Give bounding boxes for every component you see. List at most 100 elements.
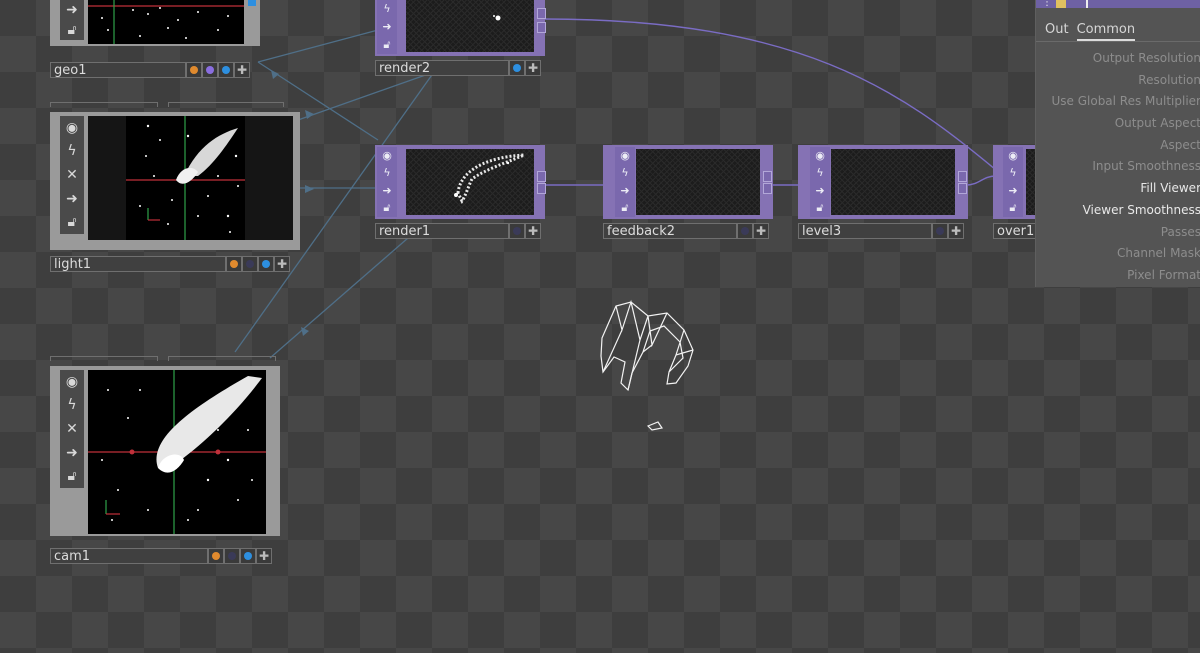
lock-icon[interactable]: 🔓︎	[379, 37, 395, 53]
add-icon[interactable]: ✚	[525, 60, 541, 76]
output-connector[interactable]	[537, 183, 546, 194]
lock-icon[interactable]: 🔓︎	[617, 200, 633, 216]
flag-blue[interactable]	[240, 548, 256, 564]
flag-dark[interactable]	[737, 223, 753, 239]
lock-icon[interactable]: 🔓︎	[62, 20, 82, 40]
lock-icon[interactable]: 🔓︎	[1005, 200, 1021, 216]
lock-icon[interactable]: 🔓︎	[62, 466, 82, 486]
output-connector[interactable]	[763, 171, 772, 182]
param-channel-mask[interactable]: Channel Mask	[1036, 243, 1200, 265]
add-icon[interactable]: ✚	[256, 548, 272, 564]
arrow-right-icon[interactable]: ➜	[379, 183, 395, 199]
output-connector[interactable]	[958, 171, 967, 182]
arrow-right-icon[interactable]: ➜	[1005, 183, 1021, 199]
node-render1[interactable]: ◉ ϟ ➜ 🔓︎ render1 ✚	[375, 145, 547, 239]
add-icon[interactable]: ✚	[274, 256, 290, 272]
arrow-right-icon[interactable]: ➜	[62, 443, 82, 463]
node-viewer[interactable]	[88, 370, 266, 534]
lightning-icon[interactable]: ϟ	[62, 395, 82, 415]
flag-orange[interactable]	[186, 62, 202, 78]
param-use-global-res-multiplier[interactable]: Use Global Res Multiplier	[1036, 91, 1200, 113]
lock-icon[interactable]: 🔓︎	[812, 200, 828, 216]
node-render2[interactable]: ϟ ➜ 🔓︎ render2 ✚	[375, 0, 547, 78]
bypass-x-icon[interactable]: ✕	[62, 165, 82, 185]
arrow-right-icon[interactable]: ➜	[62, 0, 82, 20]
viewer-toggle-icon[interactable]: ◉	[1005, 148, 1021, 164]
wire-arrow	[271, 70, 279, 79]
lightning-icon[interactable]: ϟ	[1005, 165, 1021, 181]
flag-dark[interactable]	[932, 223, 948, 239]
viewer-toggle-icon[interactable]: ◉	[62, 372, 82, 392]
node-name-label[interactable]: over1	[993, 223, 1035, 239]
lightning-icon[interactable]: ϟ	[617, 165, 633, 181]
output-connector[interactable]	[763, 183, 772, 194]
param-resolution[interactable]: Resolution	[1036, 70, 1200, 92]
output-connector[interactable]	[537, 171, 546, 182]
add-icon[interactable]: ✚	[234, 62, 250, 78]
node-name-label[interactable]: level3	[798, 223, 932, 239]
output-connector[interactable]	[537, 8, 546, 19]
lightning-icon[interactable]: ϟ	[379, 165, 395, 181]
param-output-resolution[interactable]: Output Resolution	[1036, 48, 1200, 70]
arrow-right-icon[interactable]: ➜	[617, 183, 633, 199]
node-viewer[interactable]	[831, 149, 955, 215]
lightning-icon[interactable]: ϟ	[812, 165, 828, 181]
arrow-right-icon[interactable]: ➜	[812, 183, 828, 199]
node-name-label[interactable]: light1	[50, 256, 226, 272]
viewer-toggle-icon[interactable]: ◉	[379, 148, 395, 164]
node-name-label[interactable]: geo1	[50, 62, 186, 78]
node-feedback2[interactable]: ◉ ϟ ➜ 🔓︎ feedback2 ✚	[603, 145, 775, 239]
arrow-right-icon[interactable]: ➜	[62, 189, 82, 209]
node-viewer[interactable]	[88, 0, 244, 44]
lightning-icon[interactable]: ϟ	[379, 1, 395, 17]
node-cam1[interactable]: ◉ ϟ ✕ ➜ 🔓︎ cam1 ✚	[50, 356, 280, 566]
flag-dark[interactable]	[242, 256, 258, 272]
flag-blue[interactable]	[218, 62, 234, 78]
lock-icon[interactable]: 🔓︎	[62, 212, 82, 232]
lock-icon[interactable]: 🔓︎	[379, 200, 395, 216]
tab-out[interactable]: Out	[1045, 22, 1069, 41]
add-icon[interactable]: ✚	[753, 223, 769, 239]
param-aspect[interactable]: Aspect	[1036, 135, 1200, 157]
output-connector[interactable]	[958, 183, 967, 194]
node-name-label[interactable]: cam1	[50, 548, 208, 564]
node-viewer[interactable]	[1026, 149, 1035, 215]
node-name-label[interactable]: feedback2	[603, 223, 737, 239]
tab-common[interactable]: Common	[1076, 22, 1136, 41]
node-viewer[interactable]	[406, 0, 534, 52]
viewer-toggle-icon[interactable]: ◉	[617, 148, 633, 164]
lightning-icon[interactable]: ϟ	[62, 141, 82, 161]
menu-dots-icon[interactable]: ⋮	[1042, 0, 1052, 8]
param-viewer-smoothness[interactable]: Viewer Smoothness	[1036, 200, 1200, 222]
node-level3[interactable]: ◉ ϟ ➜ 🔓︎ level3 ✚	[798, 145, 970, 239]
flag-orange[interactable]	[226, 256, 242, 272]
flag-dark[interactable]	[509, 223, 525, 239]
add-icon[interactable]: ✚	[525, 223, 541, 239]
node-viewer[interactable]	[636, 149, 760, 215]
node-viewer[interactable]	[406, 149, 534, 215]
add-icon[interactable]: ✚	[948, 223, 964, 239]
param-pixel-format[interactable]: Pixel Format	[1036, 265, 1200, 287]
output-connector[interactable]	[537, 22, 546, 33]
flag-purple[interactable]	[202, 62, 218, 78]
flag-blue[interactable]	[509, 60, 525, 76]
param-fill-viewer[interactable]: Fill Viewer	[1036, 178, 1200, 200]
node-viewer[interactable]	[88, 116, 293, 240]
arrow-right-icon[interactable]: ➜	[379, 19, 395, 35]
flag-orange[interactable]	[208, 548, 224, 564]
param-passes[interactable]: Passes	[1036, 222, 1200, 244]
node-geo1[interactable]: ➜ 🔓︎ geo1 ✚	[50, 0, 260, 78]
param-input-smoothness[interactable]: Input Smoothness	[1036, 156, 1200, 178]
node-light1[interactable]: ◉ ϟ ✕ ➜ 🔓︎ light1 ✚	[50, 102, 300, 272]
param-output-aspect[interactable]: Output Aspect	[1036, 113, 1200, 135]
node-name-label[interactable]: render2	[375, 60, 509, 76]
pin-icon[interactable]	[1086, 0, 1088, 8]
node-name-label[interactable]: render1	[375, 223, 509, 239]
flag-blue[interactable]	[258, 256, 274, 272]
viewer-toggle-icon[interactable]: ◉	[812, 148, 828, 164]
node-over1[interactable]: ◉ ϟ ➜ 🔓︎ over1	[993, 145, 1035, 239]
bypass-x-icon[interactable]: ✕	[62, 419, 82, 439]
flag-dark[interactable]	[224, 548, 240, 564]
viewer-toggle-icon[interactable]: ◉	[62, 118, 82, 138]
help-icon[interactable]	[1056, 0, 1066, 8]
